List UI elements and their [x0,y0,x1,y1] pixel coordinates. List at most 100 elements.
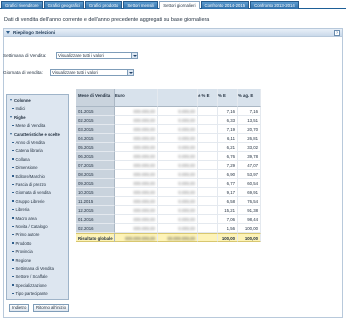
help-icon[interactable]: ? [334,30,340,36]
table-cell-month[interactable]: 10.2015 [76,188,115,197]
table-cell-euro: 000.000,00 [115,206,158,215]
filter-settimana: Settimana di Vendita: Visualizzare tutti… [3,52,203,60]
pivot-item-label: Editore/Marchio [15,173,45,179]
table-cell-month[interactable]: 09.2015 [76,179,115,188]
pivot-item[interactable]: Dimensione [7,164,68,171]
pivot-item[interactable]: Fascia di prezzo [7,181,68,188]
table-cell-pct-cum: 98,44 [238,215,261,224]
pivot-item-label: Prodotto [15,240,32,246]
tab-2[interactable]: Grafici prodotto [84,1,123,9]
tab-5[interactable]: Confronto 2014-2015 [200,1,250,9]
table-cell-month[interactable]: 05.2015 [76,143,115,152]
reset-button[interactable]: Ritorno all'inizio [33,304,69,312]
pivot-item-label: Catena libraria [15,148,43,154]
table-cell-month[interactable]: 11.2015 [76,197,115,206]
pivot-item[interactable]: Righe [7,114,68,121]
table-cell-diff: 0.000,00 [158,197,198,206]
pivot-item[interactable]: Indici [7,105,68,112]
pivot-item[interactable]: Gruppo Librerie [7,198,68,205]
table-cell-euro: 000.000,00 [115,143,158,152]
table-cell-month[interactable]: 01.2016 [76,215,115,224]
bullet-icon [12,275,14,278]
collapse-arrow-icon[interactable] [6,31,10,34]
bullet-icon [12,267,14,269]
table-cell-month[interactable]: 06.2015 [76,152,115,161]
pivot-item[interactable]: Novita / Catalogo [7,223,68,230]
table-row: 12.2015 000.000,00 0.000,00 15,21 91,38 [76,206,261,215]
table-cell-pct-cum: 69,91 [238,188,261,197]
pivot-item[interactable]: Primo autore [7,231,68,238]
total-cell-pct-cum: 100,00 [238,233,261,242]
pivot-item[interactable]: Provincia [7,248,68,255]
column-header[interactable]: Mese di Vendita [76,89,115,107]
pivot-item-label: Provincia [15,249,33,255]
table-cell-month[interactable]: 04.2015 [76,134,115,143]
table-cell-pct: 7,19 [218,125,238,134]
tab-3[interactable]: Settori mensili [123,1,159,9]
pivot-item[interactable]: Mese di Vendita [7,122,68,129]
tab-1[interactable]: Grafici geografici [43,1,84,9]
tab-4[interactable]: Settori giornalieri [159,1,200,9]
table-cell-month[interactable]: 01.2015 [76,107,115,116]
bullet-icon [12,233,14,236]
page-title: Dati di vendita dell'anno corrente e del… [4,17,210,23]
table-cell-pct-diff [198,224,218,233]
total-cell-diff: 00.000.000,00 [158,233,198,242]
column-header[interactable]: ± % E [198,89,218,107]
table-cell-euro: 000.000,00 [115,161,158,170]
table-cell-pct-diff [198,125,218,134]
pivot-item-label: Anno di Vendita [15,140,45,145]
table-cell-month[interactable]: 12.2015 [76,206,115,215]
table-row: 08.2015 000.000,00 0.000,00 6,90 53,97 [76,170,261,179]
pivot-item[interactable]: Libreria [7,206,68,213]
pivot-item[interactable]: Macro area [7,215,68,222]
pivot-item[interactable]: Prodotto [7,240,68,247]
table-cell-month[interactable]: 03.2015 [76,125,115,134]
tab-6[interactable]: Confronto 2013-2014 [250,1,299,9]
table-cell-euro: 000.000,00 [115,116,158,125]
table-cell-diff: 0.000,00 [158,206,198,215]
column-header[interactable]: % ag. E [238,89,261,107]
table-row: 03.2015 000.000,00 0.000,00 7,19 20,70 [76,125,261,134]
pivot-item[interactable]: Anno di Vendita [7,139,68,146]
pivot-item[interactable]: Collana [7,156,68,163]
pivot-item[interactable]: Catena libraria [7,147,68,154]
pivot-item[interactable]: Editore/Marchio [7,173,68,180]
filter-giornata-select[interactable]: Visualizzare tutti i valori [50,69,134,76]
filter-giornata-label: Giornata di vendita: [3,70,43,75]
pivot-item[interactable]: Settore / Scaffale [7,273,68,280]
table-cell-pct-cum: 60,54 [238,179,261,188]
table-cell-diff: 0.000,00 [158,179,198,188]
table-cell-pct-cum: 53,97 [238,170,261,179]
table-cell-diff: 0.000,00 [158,143,198,152]
pivot-item[interactable]: Settimana di Vendita [7,265,68,272]
table-cell-month[interactable]: 07.2015 [76,161,115,170]
pivot-item[interactable]: Regione [7,257,68,264]
table-row: 09.2015 000.000,00 0.000,00 6,77 60,54 [76,179,261,188]
pivot-item-label: Tipo partecipante [15,291,48,297]
pivot-item-label: Libreria [15,207,30,213]
filter-settimana-select[interactable]: Visualizzare tutti i valori [56,52,138,59]
pivot-item-label: Regione [15,257,32,263]
filter-settimana-value: Visualizzare tutti i valori [58,53,104,58]
table-cell-euro: 000.000,00 [115,179,158,188]
column-header[interactable]: % E [218,89,238,107]
pivot-item[interactable]: Specializzazione [7,282,68,289]
pivot-item[interactable]: Caratteristiche e scelte [7,131,68,138]
table-cell-month[interactable]: 02.2016 [76,224,115,233]
back-button[interactable]: Indietro [9,304,30,312]
column-header[interactable] [158,89,198,107]
table-cell-month[interactable]: 02.2015 [76,116,115,125]
table-cell-month[interactable]: 08.2015 [76,170,115,179]
table-cell-pct: 6,58 [218,197,238,206]
panel-header[interactable]: Riepilogo Selezioni ? [4,29,342,37]
bullet-icon [12,259,14,261]
table-cell-euro: 000.000,00 [115,134,158,143]
pivot-item[interactable]: Colonne [7,97,68,104]
chevron-down-icon[interactable] [127,70,133,75]
pivot-item[interactable]: Giornata di vendita [7,189,68,196]
chevron-down-icon[interactable] [131,53,137,58]
pivot-item[interactable]: Tipo partecipante [7,290,68,297]
tab-0[interactable]: Grafici rivenditore [1,1,43,9]
column-header[interactable]: Euro [115,89,158,107]
